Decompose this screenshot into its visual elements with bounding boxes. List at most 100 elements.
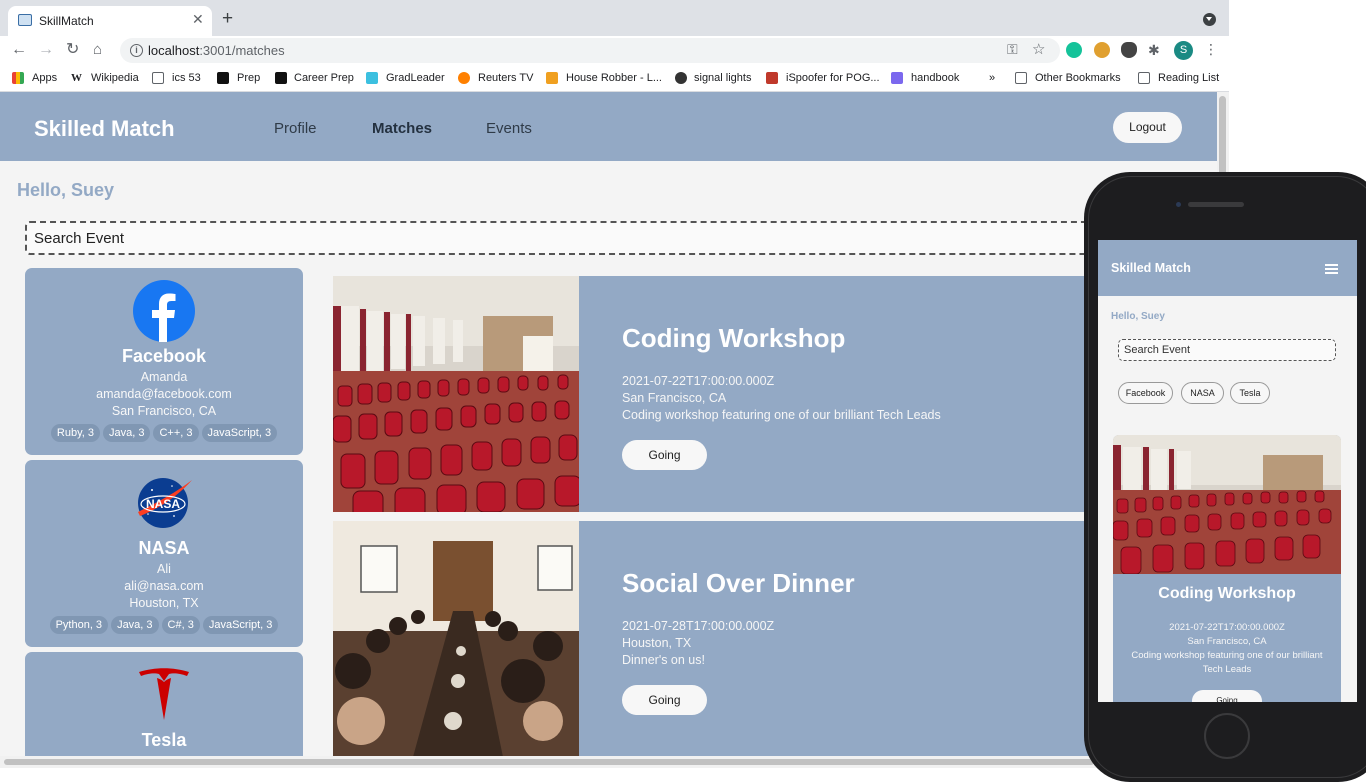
event-location: Houston, TX (622, 636, 692, 650)
cookie-extension-icon[interactable] (1094, 42, 1110, 58)
company-card-tesla[interactable]: Tesla (25, 652, 303, 768)
globe-icon (675, 72, 687, 84)
search-event-input[interactable]: Search Event (25, 221, 1115, 255)
event-title: Social Over Dinner (622, 568, 855, 598)
home-icon[interactable]: ⌂ (93, 40, 102, 60)
logout-button[interactable]: Logout (1113, 112, 1182, 143)
horizontal-scrollbar[interactable] (0, 756, 1217, 768)
mobile-company-chip[interactable]: Facebook (1118, 382, 1173, 404)
mobile-screen: Skilled Match Hello, Suey Search Event F… (1098, 240, 1357, 702)
mobile-event-date: 2021-07-22T17:00:00.000Z (1169, 622, 1285, 633)
tab-title: SkillMatch (39, 14, 94, 28)
skill-chips: Ruby, 3 Java, 3 C++, 3 JavaScript, 3 (25, 424, 303, 442)
career-prep-icon (275, 72, 287, 84)
tab-strip: SkillMatch ✕ + (0, 0, 1229, 36)
site-info-icon[interactable]: i (130, 44, 143, 57)
company-card-facebook[interactable]: Facebook Amanda amanda@facebook.com San … (25, 268, 303, 455)
bookmark-star-icon[interactable]: ☆ (1032, 40, 1045, 58)
nav-profile[interactable]: Profile (274, 120, 317, 137)
going-button[interactable]: Going (622, 685, 707, 715)
going-button[interactable]: Going (622, 440, 707, 470)
bookmark-signal-lights[interactable]: signal lights (694, 72, 751, 84)
skill-chips: Python, 3 Java, 3 C#, 3 JavaScript, 3 (25, 616, 303, 634)
browser-toolbar: ← → ↻ ⌂ i localhost:3001/matches ⚿ ☆ ✱ S… (0, 36, 1229, 65)
prep-icon (217, 72, 229, 84)
forward-icon[interactable]: → (38, 40, 54, 60)
folder-icon (152, 72, 164, 84)
bookmark-career-prep[interactable]: Career Prep (294, 72, 354, 84)
event-card: Social Over Dinner 2021-07-28T17:00:00.0… (333, 521, 1213, 757)
company-email: ali@nasa.com (124, 579, 204, 593)
mobile-greeting: Hello, Suey (1111, 311, 1165, 322)
hamburger-menu-icon[interactable] (1325, 264, 1338, 274)
bookmark-gradleader[interactable]: GradLeader (386, 72, 445, 84)
event-description: Coding workshop featuring one of our bri… (622, 408, 941, 422)
app-navbar: Skilled Match Profile Matches Events Log… (0, 92, 1217, 161)
company-name: Facebook (121, 346, 207, 366)
cloud-extension-icon[interactable] (1121, 42, 1137, 58)
bookmark-handbook[interactable]: handbook (911, 72, 959, 84)
bookmark-reading-list[interactable]: Reading List (1158, 72, 1219, 84)
mobile-event-description: Coding workshop featuring one of our bri… (1131, 650, 1323, 675)
scrollbar-thumb[interactable] (4, 759, 1094, 765)
tesla-logo-icon (139, 668, 189, 720)
new-tab-button[interactable]: + (222, 9, 233, 28)
extensions-puzzle-icon[interactable]: ✱ (1148, 40, 1160, 60)
skill-chip: C++, 3 (153, 424, 199, 442)
mobile-event-location: San Francisco, CA (1187, 636, 1267, 647)
mobile-event-title: Coding Workshop (1158, 585, 1296, 602)
bookmark-prep[interactable]: Prep (237, 72, 260, 84)
bookmark-apps[interactable]: Apps (32, 72, 57, 84)
bookmark-other[interactable]: Other Bookmarks (1035, 72, 1121, 84)
mobile-company-chip[interactable]: NASA (1181, 382, 1224, 404)
reload-icon[interactable]: ↻ (66, 40, 79, 60)
mobile-company-chip[interactable]: Tesla (1230, 382, 1270, 404)
phone-camera (1176, 202, 1181, 207)
nav-events[interactable]: Events (486, 120, 532, 137)
mobile-search-input[interactable]: Search Event (1118, 339, 1336, 361)
skill-chip: Ruby, 3 (50, 424, 100, 442)
mobile-navbar: Skilled Match (1098, 240, 1357, 296)
event-date: 2021-07-22T17:00:00.000Z (622, 374, 775, 388)
mobile-brand[interactable]: Skilled Match (1111, 261, 1191, 275)
close-tab-icon[interactable]: ✕ (192, 11, 204, 28)
password-key-icon[interactable]: ⚿ (1007, 41, 1018, 58)
ispoofer-icon (766, 72, 778, 84)
folder-icon (1015, 72, 1027, 84)
phone-home-button (1204, 713, 1250, 759)
profile-avatar[interactable]: S (1174, 41, 1193, 60)
mobile-event-card: Coding Workshop 2021-07-22T17:00:00.000Z… (1113, 435, 1341, 702)
bookmark-house-robber[interactable]: House Robber - L... (566, 72, 662, 84)
event-location: San Francisco, CA (622, 391, 727, 405)
bookmark-ics53[interactable]: ics 53 (172, 72, 201, 84)
mobile-going-button[interactable]: Going (1192, 690, 1262, 702)
greeting: Hello, Suey (17, 180, 115, 200)
reading-list-icon (1138, 72, 1150, 84)
nav-matches[interactable]: Matches (372, 120, 432, 137)
bookmark-wikipedia[interactable]: Wikipedia (91, 72, 139, 84)
svg-text:NASA: NASA (146, 497, 180, 511)
bookmark-reuters-tv[interactable]: Reuters TV (478, 72, 533, 84)
address-bar[interactable]: i localhost:3001/matches ⚿ ☆ (120, 38, 1060, 63)
company-location: Houston, TX (129, 596, 199, 610)
company-email: amanda@facebook.com (96, 387, 232, 401)
browser-tab[interactable]: SkillMatch ✕ (8, 6, 212, 36)
mobile-event-image (1113, 435, 1341, 574)
skill-chip: JavaScript, 3 (201, 424, 278, 442)
company-contact: Ali (157, 562, 171, 576)
bookmark-ispoofer[interactable]: iSpoofer for POG... (786, 72, 880, 84)
company-card-nasa[interactable]: NASA NASA Ali ali@nasa.com Houston, TX P… (25, 460, 303, 647)
page-viewport: Skilled Match Profile Matches Events Log… (0, 92, 1229, 768)
event-image-dinner (333, 521, 579, 757)
event-date: 2021-07-28T17:00:00.000Z (622, 619, 775, 633)
more-bookmarks-chevron-icon[interactable]: » (989, 72, 995, 84)
chrome-menu-icon[interactable]: ⋮ (1204, 41, 1218, 58)
brand-logo-text[interactable]: Skilled Match (34, 116, 175, 142)
skill-chip: Java, 3 (111, 616, 159, 634)
tab-search-icon[interactable] (1203, 13, 1216, 26)
back-icon[interactable]: ← (11, 40, 27, 60)
url-text[interactable]: localhost:3001/matches (148, 43, 285, 58)
app-favicon-icon (18, 14, 32, 26)
grammarly-extension-icon[interactable] (1066, 42, 1082, 58)
nasa-logo-icon: NASA (138, 478, 192, 528)
